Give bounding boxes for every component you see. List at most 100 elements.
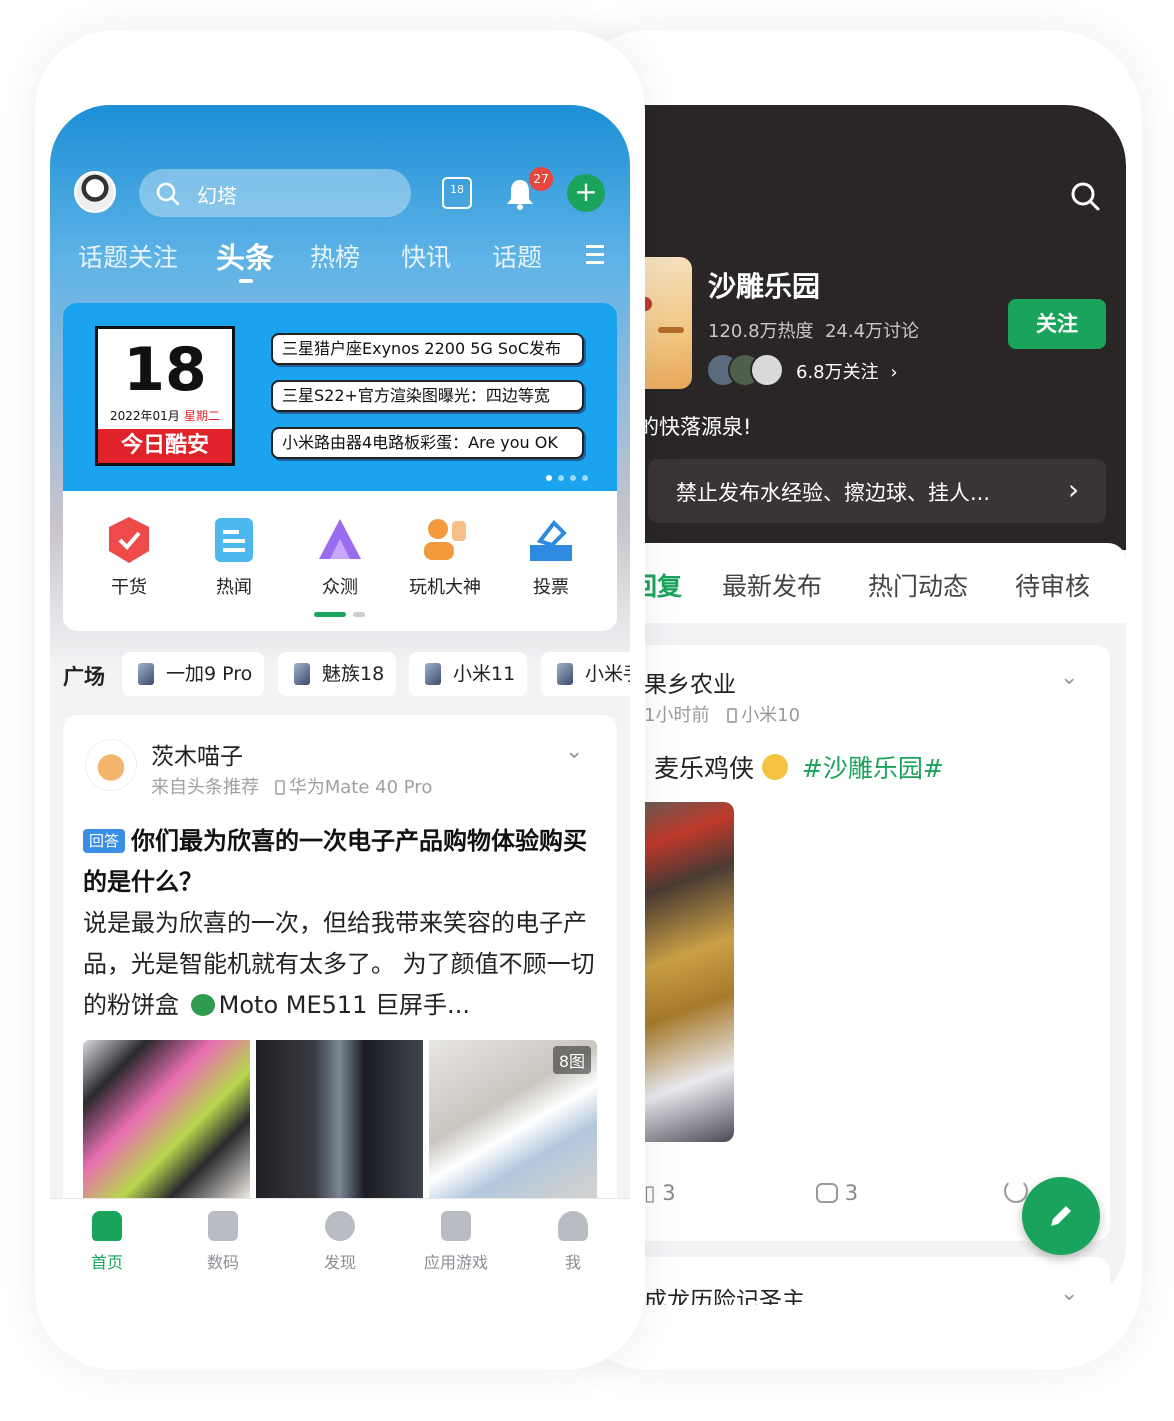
post-author[interactable]: 果乡农业 — [644, 665, 736, 699]
date-weekday: 星期二 — [184, 409, 221, 423]
square-chip-label: 魅族18 — [322, 663, 385, 685]
emoji-icon — [761, 754, 788, 780]
post-image[interactable]: 8图 — [429, 1040, 597, 1200]
headline-item[interactable]: 小米路由器4电路板彩蛋：Are you OK — [271, 427, 584, 459]
tab-topic-follow[interactable]: 话题关注 — [78, 238, 178, 274]
answer-tag: 回答 — [83, 829, 126, 853]
chevron-down-icon[interactable]: ⌄ — [565, 739, 583, 764]
add-icon[interactable]: + — [567, 174, 605, 212]
nav-digital[interactable]: 数码 — [173, 1211, 273, 1273]
phone-thumbnail — [138, 663, 154, 685]
banner-pager — [546, 466, 606, 481]
square-chip[interactable]: 小米11 — [409, 652, 527, 696]
post-text-content: 麦乐鸡侠 — [654, 754, 755, 783]
post-title[interactable]: 回答 你们最为欣喜的一次电子产品购物体验购买的是什么？ — [83, 821, 595, 903]
post-hashtag[interactable]: #沙雕乐园# — [802, 754, 944, 783]
chevron-right-icon: › — [1068, 473, 1080, 506]
quick-entry-label: 众测 — [322, 577, 358, 598]
feed-card[interactable]: 茨木喵子 来自头条推荐 华为Mate 40 Pro ⌄ 回答 你们最为欣喜的一次电… — [63, 715, 617, 1235]
post-title-text: 你们最为欣喜的一次电子产品购物体验购买的是什么？ — [83, 827, 588, 896]
tab-topics[interactable]: 话题 — [492, 238, 542, 274]
daily-banner[interactable]: 18 2022年01月 星期二 今日酷安 三星猎户座Exynos 2200 5G… — [63, 303, 617, 491]
tab-hot-list[interactable]: 热榜 — [310, 238, 360, 274]
notification-badge: 27 — [529, 167, 553, 191]
chevron-right-icon: › — [890, 362, 898, 383]
tab-indicator — [239, 279, 253, 283]
post-meta: 来自头条推荐 华为Mate 40 Pro — [151, 773, 432, 799]
nav-me[interactable]: 我 — [523, 1211, 623, 1273]
followers-count[interactable]: 6.8万关注 › — [796, 358, 898, 384]
post-text: 麦乐鸡侠 #沙雕乐园# — [654, 749, 944, 785]
follow-button[interactable]: 关注 — [1008, 299, 1106, 349]
square-chip[interactable]: 小米手 — [541, 652, 630, 696]
triangle-icon — [319, 519, 361, 559]
home-screen: 幻塔 18 27 + 话题关注 头条 热榜 快讯 话题 18 2022年01月 … — [50, 105, 630, 1305]
post-device: 小米10 — [741, 705, 801, 726]
comment-icon — [816, 1183, 838, 1203]
menu-icon[interactable] — [586, 245, 604, 265]
post-image[interactable] — [256, 1040, 423, 1200]
date-month: 2022年01月 — [110, 409, 180, 423]
nav-label: 应用游戏 — [423, 1253, 488, 1272]
compose-button[interactable] — [1022, 1177, 1100, 1255]
shield-check-icon — [109, 517, 149, 563]
square-chip-label: 小米11 — [453, 663, 516, 685]
entry-pager-inactive — [353, 612, 365, 617]
emoji-icon — [190, 994, 215, 1016]
chevron-down-icon[interactable]: ⌄ — [1060, 1281, 1078, 1305]
bottom-navigation: 首页 数码 发现 应用游戏 我 — [50, 1198, 630, 1305]
author-avatar[interactable] — [85, 739, 137, 791]
brand-label: 今日酷安 — [98, 429, 232, 463]
nav-label: 我 — [564, 1253, 581, 1272]
post-time: 1小时前 — [644, 705, 710, 726]
square-chip[interactable]: 一加9 Pro — [122, 652, 264, 696]
group-name: 沙雕乐园 — [708, 270, 821, 303]
document-icon — [215, 518, 253, 562]
square-chip-label: 小米手 — [585, 663, 630, 685]
tab-pending[interactable]: 待审核 — [1015, 567, 1090, 603]
square-chip[interactable]: 魅族18 — [278, 652, 396, 696]
next-post-author[interactable]: 成龙历险记圣主 — [644, 1281, 805, 1305]
group-stats: 120.8万热度 24.4万讨论 — [708, 321, 920, 342]
quick-entry-label: 热闻 — [216, 577, 252, 598]
post-author[interactable]: 茨木喵子 — [151, 737, 243, 771]
calendar-icon[interactable]: 18 — [442, 177, 472, 209]
compass-icon — [325, 1211, 355, 1241]
home-icon — [92, 1211, 122, 1241]
tab-flash[interactable]: 快讯 — [401, 238, 451, 274]
comment-count[interactable]: 3 — [816, 1181, 858, 1205]
avatar[interactable] — [74, 171, 116, 213]
post-body-tail: Moto ME511 巨屏手... — [218, 991, 470, 1019]
thumb-up-icon: ▯ — [644, 1181, 656, 1205]
search-input[interactable]: 幻塔 — [139, 169, 411, 217]
tab-latest[interactable]: 最新发布 — [722, 567, 822, 603]
like-count-text: 3 — [662, 1181, 676, 1205]
ballot-box-icon — [530, 519, 572, 561]
like-count[interactable]: ▯ 3 — [644, 1181, 676, 1205]
followers-label: 6.8万关注 — [796, 362, 879, 383]
phone-thumbnail — [557, 663, 573, 685]
nav-apps-games[interactable]: 应用游戏 — [406, 1211, 506, 1273]
nav-home[interactable]: 首页 — [57, 1211, 157, 1273]
comment-count-text: 3 — [844, 1181, 859, 1205]
post-image[interactable] — [83, 1040, 250, 1200]
image-count-badge: 8图 — [552, 1046, 591, 1074]
notice-text: 禁止发布水经验、擦边球、挂人... — [676, 481, 991, 505]
square-chip-label: 一加9 Pro — [166, 663, 253, 685]
user-icon — [558, 1211, 588, 1241]
tab-headlines[interactable]: 头条 — [216, 235, 274, 277]
chevron-down-icon[interactable]: ⌄ — [1060, 665, 1078, 690]
shopping-bag-icon — [441, 1211, 471, 1241]
post-source: 来自头条推荐 — [151, 777, 259, 798]
headline-item[interactable]: 三星S22+官方渲染图曝光：四边等宽 — [271, 380, 584, 412]
follower-avatars — [706, 353, 786, 387]
post-image[interactable] — [644, 802, 734, 1142]
headline-item[interactable]: 三星猎户座Exynos 2200 5G SoC发布 — [271, 333, 584, 365]
tab-hot[interactable]: 热门动态 — [868, 567, 968, 603]
search-icon[interactable] — [1070, 181, 1102, 213]
phone-thumbnail — [425, 663, 441, 685]
quick-entry-label: 投票 — [533, 577, 569, 598]
pencil-icon — [1051, 1206, 1071, 1226]
nav-discover[interactable]: 发现 — [290, 1211, 390, 1273]
group-notice[interactable]: 禁止发布水经验、擦边球、挂人... › — [648, 459, 1106, 523]
